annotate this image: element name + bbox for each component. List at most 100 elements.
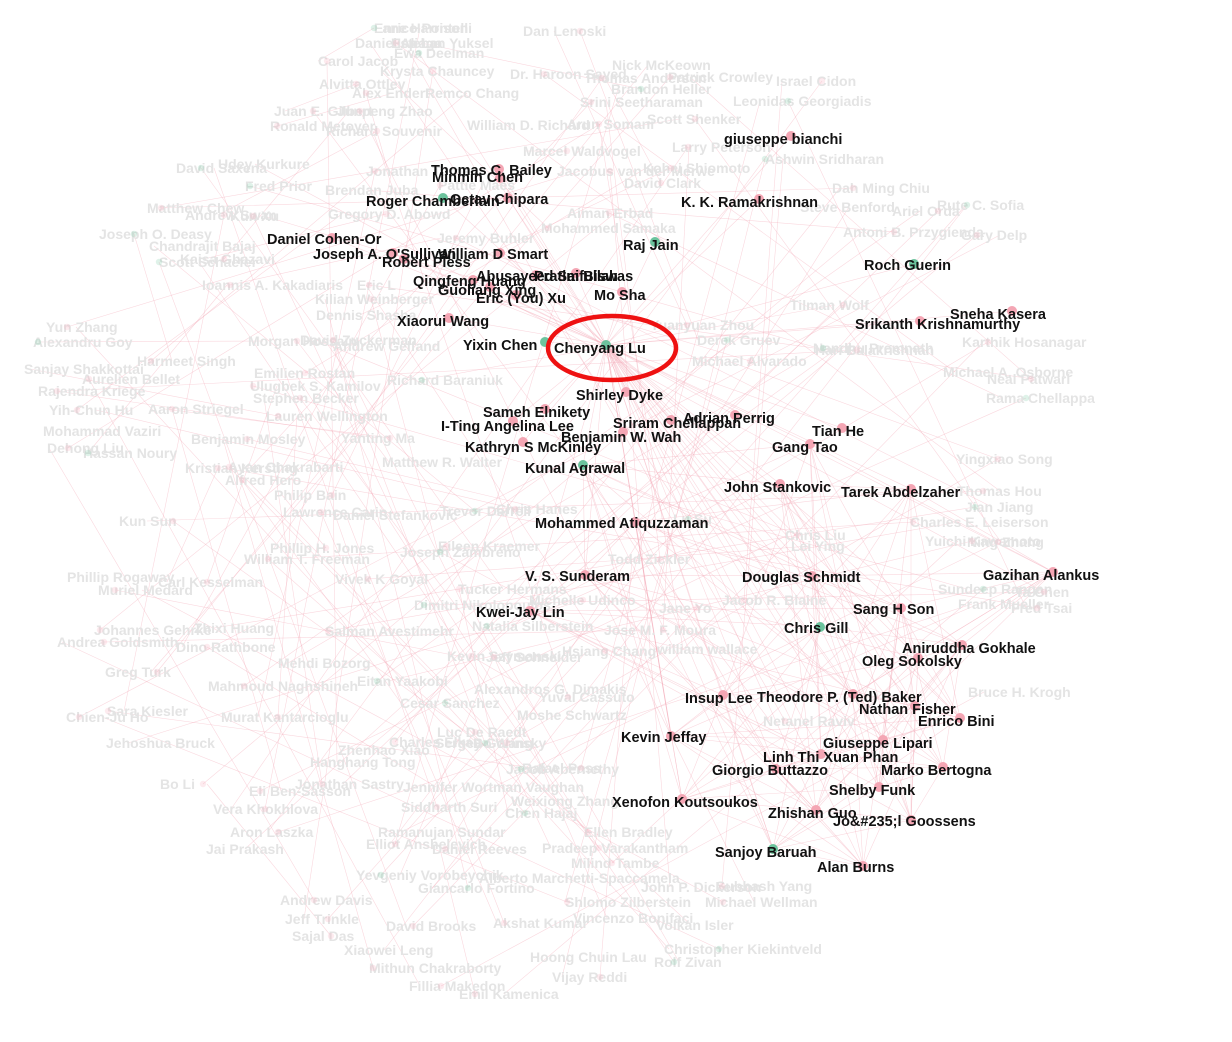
faded-author-node: [471, 507, 479, 515]
collaborator-label[interactable]: Raj Jain: [623, 238, 679, 254]
faded-author-node: [683, 321, 691, 329]
collaborator-label[interactable]: Tarek Abdelzaher: [841, 485, 961, 501]
faded-author-label: Zhixi Huang: [194, 620, 274, 636]
faded-author-label: Cesar Sanchez: [400, 695, 500, 711]
faded-author-node: [367, 295, 375, 303]
collaborator-label[interactable]: Robert Pless: [382, 255, 471, 271]
faded-author-node: [693, 604, 701, 612]
faded-author-node: [746, 357, 754, 365]
faded-author-label: Nandhu Premnath: [813, 340, 934, 356]
faded-author-node: [979, 487, 987, 495]
faded-author-node: [436, 548, 444, 556]
collaborator-label[interactable]: Adrian Perrig: [683, 411, 775, 427]
collaborator-label[interactable]: Kevin Jeffay: [621, 730, 706, 746]
collaborator-label[interactable]: Mohammed Atiquzzaman: [535, 516, 708, 532]
faded-author-node: [322, 544, 330, 552]
faded-author-label: Leonidas Georgiadis: [733, 93, 872, 109]
faded-author-node: [1040, 588, 1048, 596]
collaborator-label[interactable]: Xiaorui Wang: [397, 314, 489, 330]
faded-author-label: Jai Prakash: [206, 841, 284, 857]
collaborator-label[interactable]: Gazihan Alankus: [983, 568, 1099, 584]
collaborator-label[interactable]: Octav Chipara: [450, 192, 549, 208]
faded-author-node: [261, 805, 269, 813]
collaborator-label[interactable]: I-Ting Angelina Lee: [441, 419, 574, 435]
collaborator-label[interactable]: V. S. Sunderam: [525, 569, 630, 585]
faded-author-node: [147, 357, 155, 365]
faded-author-label: Charles E. Leiserson: [910, 514, 1049, 530]
faded-author-node: [1033, 604, 1041, 612]
collaborator-label[interactable]: Daniel Cohen-Or: [267, 232, 382, 248]
collaborator-label[interactable]: John Stankovic: [724, 480, 831, 496]
faded-author-node: [455, 585, 463, 593]
collaborator-label[interactable]: Roch Guerin: [864, 258, 951, 274]
faded-author-label: Mahmoud Naghshineh: [208, 678, 358, 694]
collaborator-label[interactable]: K. K. Ramakrishnan: [681, 195, 818, 211]
collaborator-label[interactable]: Chris Gill: [784, 621, 848, 637]
faded-author-label: Matthew R. Walter: [382, 454, 503, 470]
faded-author-label: Israel Cidon: [776, 73, 856, 89]
collaborator-label[interactable]: Xenofon Koutsoukos: [612, 795, 758, 811]
collaborator-label[interactable]: Sang H Son: [853, 602, 934, 618]
faded-author-label: Salman Avestimehr: [325, 623, 454, 639]
collaborator-label[interactable]: Eric (You) Xu: [476, 291, 566, 307]
faded-author-node: [563, 898, 571, 906]
faded-author-label: Andrew Davis: [280, 892, 373, 908]
faded-author-label: Thomas Hou: [957, 483, 1042, 499]
faded-author-label: Jeff Trinkle: [285, 911, 359, 927]
faded-author-node: [934, 207, 942, 215]
collaborator-label[interactable]: Jo&#235;l Goossens: [833, 814, 976, 830]
faded-author-node: [256, 787, 264, 795]
faded-author-node: [963, 201, 971, 209]
center-node-label[interactable]: Chenyang Lu: [554, 341, 646, 357]
faded-author-node: [994, 455, 1002, 463]
faded-author-node: [274, 412, 282, 420]
faded-author-label: Enrico Pontelli: [374, 20, 472, 36]
collaborator-label[interactable]: Shelby Funk: [829, 783, 916, 799]
faded-author-node: [203, 578, 211, 586]
faded-author-node: [328, 491, 336, 499]
faded-author-node: [608, 859, 616, 867]
faded-author-node: [577, 764, 585, 772]
collaborator-label[interactable]: giuseppe bianchi: [724, 132, 842, 148]
collaborator-label[interactable]: Sanjoy Baruah: [715, 845, 817, 861]
faded-author-label: Jane Yo: [659, 600, 711, 616]
faded-author-node: [606, 167, 614, 175]
collaborator-label[interactable]: Giorgio Buttazzo: [712, 763, 828, 779]
collaborator-label[interactable]: Alan Burns: [817, 860, 894, 876]
faded-author-label: Mehdi Bozorg: [278, 655, 371, 671]
faded-author-node: [130, 230, 138, 238]
faded-author-node: [467, 652, 475, 660]
collaborator-label[interactable]: Mo Sha: [594, 288, 646, 304]
collaborator-label[interactable]: Pratim Biswas: [534, 269, 633, 285]
collaborator-label[interactable]: Benjamin W. Wah: [561, 430, 681, 446]
faded-author-node: [199, 780, 207, 788]
collaborator-label[interactable]: Marko Bertogna: [881, 763, 992, 779]
collaborator-label[interactable]: Minmin Chen: [432, 170, 523, 186]
faded-author-node: [442, 542, 450, 550]
collaborator-label[interactable]: Gang Tao: [772, 440, 838, 456]
faded-author-node: [329, 336, 337, 344]
collaborator-label[interactable]: Douglas Schmidt: [742, 570, 861, 586]
collaborator-label[interactable]: Shirley Dyke: [576, 388, 663, 404]
faded-author-node: [719, 898, 727, 906]
faded-author-node: [1027, 375, 1035, 383]
collaborator-label[interactable]: Oleg Sokolsky: [862, 654, 962, 670]
faded-author-label: Alexandru Goy: [33, 334, 133, 350]
faded-author-node: [441, 845, 449, 853]
faded-author-label: Eitan Yaakobi: [357, 673, 448, 689]
collaborator-label[interactable]: Yixin Chen: [463, 338, 537, 354]
faded-author-node: [418, 376, 426, 384]
collaborator-label[interactable]: Tian He: [812, 424, 864, 440]
collaborator-label[interactable]: Kunal Agrawal: [525, 461, 625, 477]
collaborator-label[interactable]: Srikanth Krishnamurthy: [855, 317, 1020, 333]
collaborator-label[interactable]: Insup Lee: [685, 691, 753, 707]
collaborator-label[interactable]: Enrico Bini: [918, 714, 995, 730]
faded-author-label: Richard Baraniuk: [387, 372, 503, 388]
faded-author-label: Murat Kantarcioglu: [221, 709, 349, 725]
faded-author-node: [392, 39, 400, 47]
faded-author-node: [243, 435, 251, 443]
collaborator-label[interactable]: Kwei-Jay Lin: [476, 605, 565, 621]
faded-author-node: [386, 434, 394, 442]
faded-author-label: Greg Turk: [105, 664, 171, 680]
faded-author-node: [500, 919, 508, 927]
